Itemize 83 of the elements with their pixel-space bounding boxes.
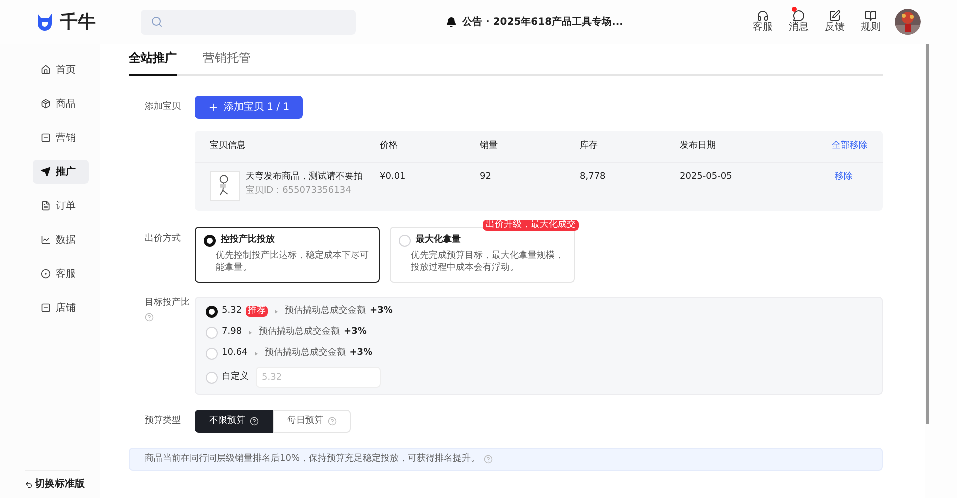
column-header: 库存 xyxy=(580,140,599,153)
product-id: 宝贝ID：655073356134 xyxy=(246,184,352,198)
help-icon xyxy=(328,417,336,426)
option-description: 优先控制投产比达标，稳定成本下尽可能拿量。 xyxy=(215,250,370,274)
recommend-tag: 推荐 xyxy=(246,306,268,317)
sidebar-item[interactable]: 营销 xyxy=(33,126,89,150)
column-header: 价格 xyxy=(380,140,399,153)
bid-option-card[interactable]: 控投产比投放 优先控制投产比达标，稳定成本下尽可能拿量。 xyxy=(195,227,380,283)
book-icon xyxy=(865,10,877,22)
column-header: 发布日期 xyxy=(680,140,717,153)
tab[interactable]: 营销托管 xyxy=(203,49,251,76)
switch-version-link[interactable]: 切换标准版 xyxy=(25,477,85,492)
header-action[interactable]: 客服 xyxy=(753,10,773,34)
caret-icon xyxy=(254,352,258,356)
plus-icon xyxy=(208,102,219,113)
sidebar-item[interactable]: 首页 xyxy=(33,58,89,82)
remove-link[interactable]: 移除 xyxy=(835,171,853,184)
caret-icon xyxy=(275,310,278,314)
box-icon xyxy=(41,99,51,109)
tip-text: 商品当前在同行同层级销量排名后10%，保持预算充足稳定投放，可获得排名提升。 xyxy=(145,452,480,466)
remove-all-link[interactable]: 全部移除 xyxy=(832,140,868,154)
custom-ratio-input[interactable]: 5.32 xyxy=(256,367,381,388)
headset-icon xyxy=(757,10,769,22)
sidebar-item[interactable]: 店铺 xyxy=(33,296,89,320)
radio-button[interactable] xyxy=(204,234,216,247)
square-icon xyxy=(41,303,51,313)
product-title: 天穹发布商品，测试请不要拍 xyxy=(246,171,363,184)
sidebar-item[interactable]: 商品 xyxy=(33,92,89,116)
sidebar-item[interactable]: 数据 xyxy=(33,228,89,252)
circle-icon xyxy=(41,269,51,279)
column-header: 销量 xyxy=(480,140,499,153)
sidebar-item[interactable]: 推广 xyxy=(33,160,89,184)
field-label: 预算类型 xyxy=(145,414,182,428)
paper-plane-icon xyxy=(41,167,51,177)
sidebar-item[interactable]: 客服 xyxy=(33,262,89,286)
table-cell-text: 2025-05-05 xyxy=(680,171,734,184)
help-icon xyxy=(484,455,494,464)
chat-bubble-icon xyxy=(793,10,805,22)
header-action[interactable]: 反馈 xyxy=(825,10,845,34)
logo-text: 千牛 xyxy=(60,10,96,34)
table-cell-text: 8,778 xyxy=(580,171,607,184)
bell-icon xyxy=(446,16,457,28)
search-icon xyxy=(151,16,163,28)
sidebar-item[interactable]: 订单 xyxy=(33,194,89,218)
home-icon xyxy=(41,65,51,75)
square-icon xyxy=(41,133,51,143)
estimate-text: 预估撬动总成交金额 xyxy=(259,326,340,339)
header-action[interactable]: 规则 xyxy=(861,10,881,34)
table-cell-text: ¥0.01 xyxy=(380,171,407,184)
field-label: 目标投产比 xyxy=(145,297,191,310)
gain-value: +3% xyxy=(370,304,393,318)
estimate-text: 预估撬动总成交金额 xyxy=(264,346,346,360)
column-header: 宝贝信息 xyxy=(210,140,247,153)
budget-type-button[interactable]: 每日预算 xyxy=(273,410,351,433)
search-field[interactable] xyxy=(141,10,356,34)
announcement-link[interactable]: 公告 · 2025年618产品工具专场... xyxy=(462,14,624,30)
header-action[interactable]: 消息 xyxy=(789,10,809,34)
field-label: 出价方式 xyxy=(145,232,182,246)
option-description: 优先完成预算目标，最大化拿量规模，投放过程中成本会有浮动。 xyxy=(410,250,565,274)
document-icon xyxy=(41,201,51,211)
field-label: 添加宝贝 xyxy=(145,100,182,114)
gain-value: +3% xyxy=(344,326,367,339)
ratio-value: 10.64 xyxy=(222,346,248,360)
logo-icon xyxy=(36,13,54,31)
ratio-value: 5.32 xyxy=(222,304,242,318)
custom-label: 自定义 xyxy=(222,370,249,384)
return-icon xyxy=(25,480,33,488)
estimate-text: 预估撬动总成交金额 xyxy=(285,304,366,318)
table-cell-text: 92 xyxy=(480,171,492,184)
caret-icon xyxy=(249,330,252,334)
ratio-value: 7.98 xyxy=(222,326,242,339)
option-title: 最大化拿量 xyxy=(416,234,461,247)
tab[interactable]: 全站推广 xyxy=(129,49,177,76)
add-item-button[interactable]: 添加宝贝 1 / 1 xyxy=(195,96,303,119)
help-icon xyxy=(250,417,258,426)
option-title: 控投产比投放 xyxy=(221,234,275,247)
upgrade-badge: 出价升级，最大化成交 xyxy=(483,220,579,231)
edit-icon xyxy=(829,10,841,22)
budget-type-button[interactable]: 不限预算 xyxy=(195,410,273,433)
help-icon xyxy=(145,312,154,322)
gain-value: +3% xyxy=(350,346,373,360)
radio-button[interactable] xyxy=(206,306,218,318)
chart-icon xyxy=(41,235,51,245)
